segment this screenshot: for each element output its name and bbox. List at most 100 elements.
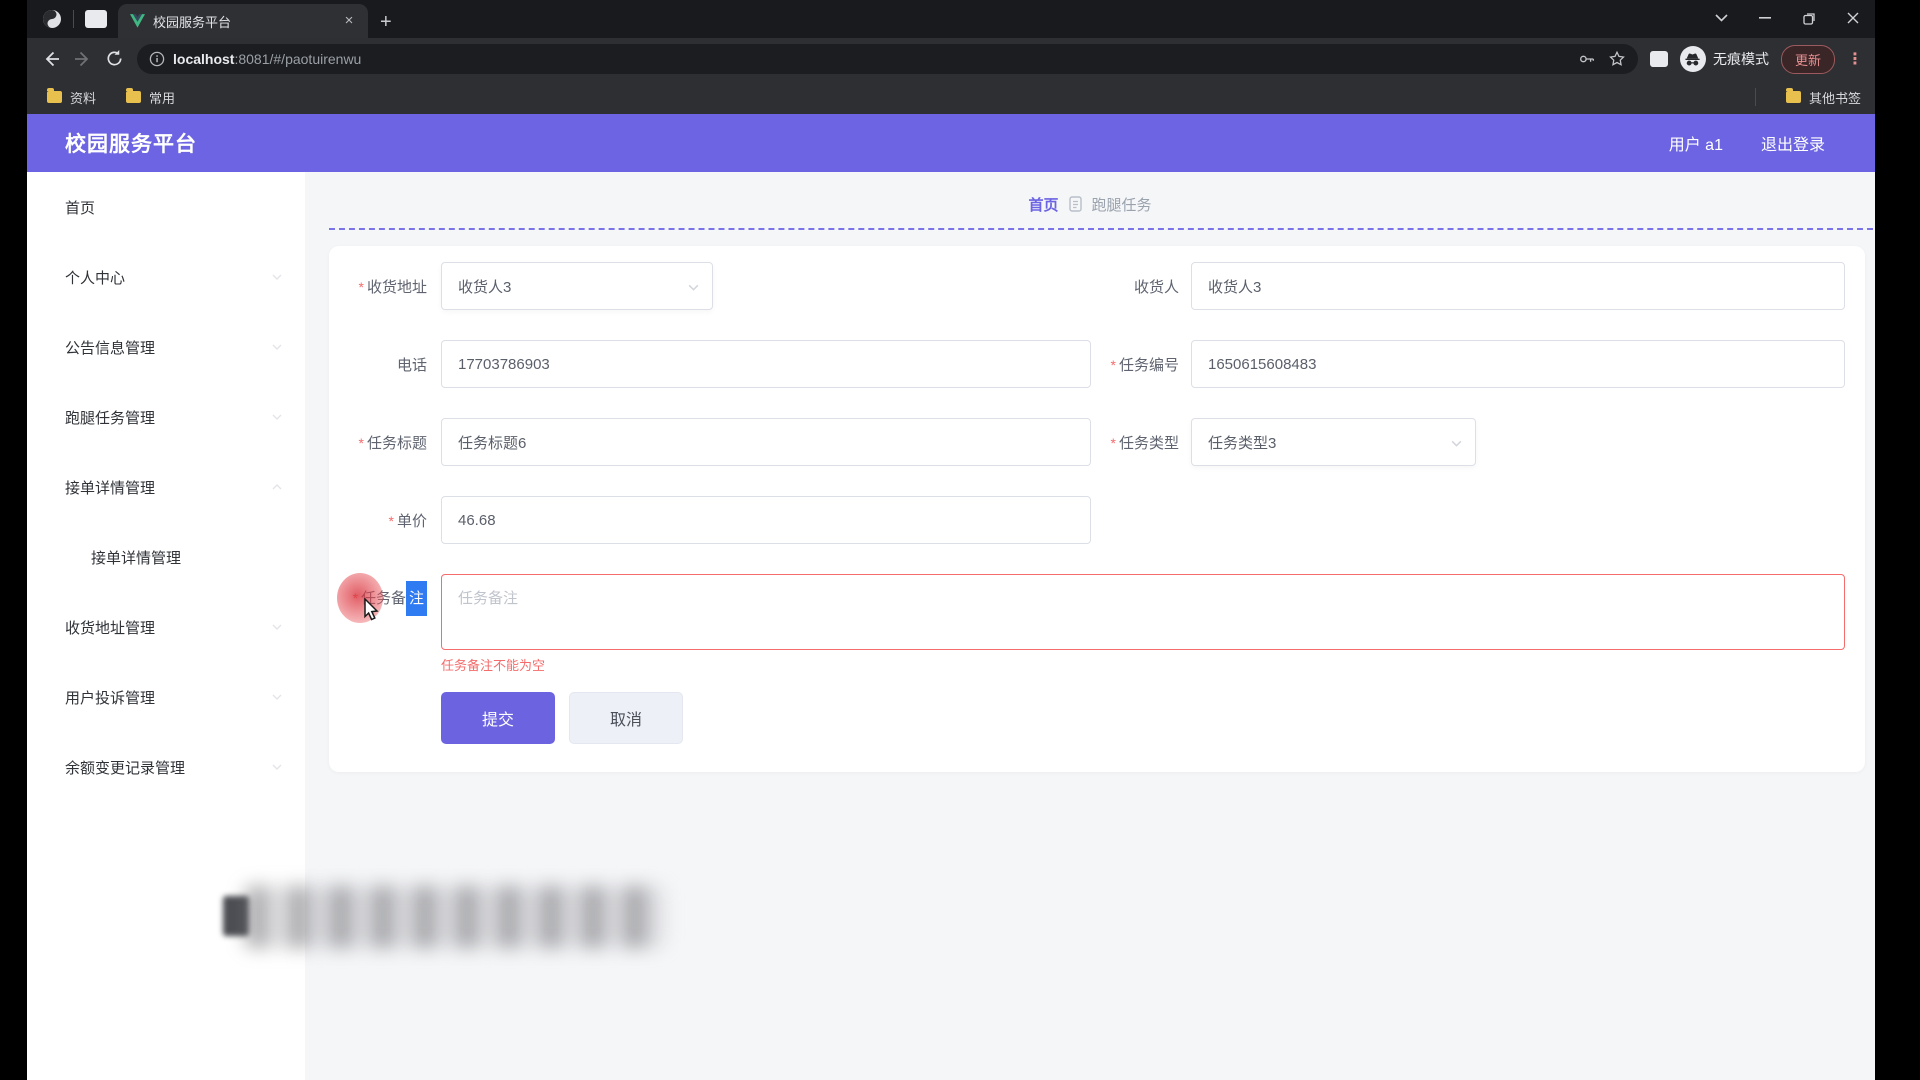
task-type-label: *任务类型	[1091, 432, 1191, 453]
sidebar-item-order-detail-mgmt[interactable]: 接单详情管理	[27, 452, 305, 522]
chevron-down-icon	[271, 411, 283, 423]
required-mark: *	[359, 279, 364, 295]
chevron-down-icon	[271, 761, 283, 773]
remark-textarea[interactable]	[441, 574, 1845, 650]
active-tab[interactable]: 校园服务平台 ×	[118, 4, 368, 38]
task-title-input[interactable]	[441, 418, 1091, 466]
bookmarks-bar: 资料 常用 其他书签	[27, 80, 1875, 114]
task-type-select-value: 任务类型3	[1208, 432, 1276, 453]
breadcrumb: 首页 跑腿任务	[305, 192, 1875, 216]
sidebar-item-label: 个人中心	[65, 267, 271, 288]
phone-input[interactable]	[441, 340, 1091, 388]
sidebar-item-label: 首页	[65, 197, 283, 218]
sidebar-item-shipping-address-mgmt[interactable]: 收货地址管理	[27, 592, 305, 662]
dashed-divider	[329, 228, 1873, 230]
browser-menu-icon[interactable]: ⋮	[1847, 49, 1863, 69]
address-bar[interactable]: localhost:8081/#/paotuirenwu	[137, 44, 1638, 74]
mouse-cursor	[361, 598, 383, 624]
address-select[interactable]: 收货人3	[441, 262, 713, 310]
sidebar-item-label: 跑腿任务管理	[65, 407, 271, 428]
bookmark-folder[interactable]: 常用	[126, 88, 175, 107]
update-button[interactable]: 更新	[1781, 45, 1835, 74]
sidebar: 首页 个人中心 公告信息管理 跑腿任务管理 接单详情管理	[27, 172, 305, 1080]
forward-icon[interactable]	[73, 49, 93, 69]
side-panel-icon[interactable]	[1650, 51, 1668, 67]
sidebar-item-home[interactable]: 首页	[27, 172, 305, 242]
phone-label: 电话	[329, 354, 441, 375]
chevron-down-icon	[271, 621, 283, 633]
bookmark-folder[interactable]: 资料	[47, 88, 96, 107]
sidebar-subitem-order-detail-mgmt[interactable]: 接单详情管理	[27, 522, 305, 592]
document-icon	[1069, 196, 1082, 212]
app-title: 校园服务平台	[65, 128, 197, 158]
globe-icon[interactable]	[41, 8, 63, 30]
required-mark: *	[359, 435, 364, 451]
info-icon[interactable]	[149, 51, 165, 67]
sidebar-item-announcement-mgmt[interactable]: 公告信息管理	[27, 312, 305, 382]
task-no-label: *任务编号	[1091, 354, 1191, 375]
bookmarks-divider	[1755, 88, 1756, 106]
task-type-select[interactable]: 任务类型3	[1191, 418, 1476, 466]
sidebar-item-personal-center[interactable]: 个人中心	[27, 242, 305, 312]
sidebar-item-label: 接单详情管理	[91, 547, 283, 568]
back-icon[interactable]	[41, 49, 61, 69]
breadcrumb-home[interactable]: 首页	[1028, 194, 1058, 215]
new-tab-button[interactable]: +	[380, 12, 392, 32]
chevron-down-icon	[271, 271, 283, 283]
sidebar-item-label: 用户投诉管理	[65, 687, 271, 708]
star-icon[interactable]	[1608, 50, 1626, 68]
reload-icon[interactable]	[105, 49, 125, 69]
incognito-badge: 无痕模式	[1680, 46, 1769, 72]
task-title-label: *任务标题	[329, 432, 441, 453]
pinned-tab-divider	[73, 10, 74, 28]
screen: 校园服务平台 × +	[0, 0, 1920, 1080]
logout-button[interactable]: 退出登录	[1761, 131, 1825, 155]
cancel-button[interactable]: 取消	[569, 692, 683, 744]
required-mark: *	[1111, 357, 1116, 373]
other-bookmarks[interactable]: 其他书签	[1786, 88, 1861, 107]
submit-button[interactable]: 提交	[441, 692, 555, 744]
folder-icon	[47, 91, 62, 103]
browser-window: 校园服务平台 × +	[27, 0, 1875, 1080]
task-form-card: *收货地址 收货人3 收货人 电话	[329, 246, 1865, 772]
tab-strip: 校园服务平台 × +	[27, 0, 1875, 38]
restore-icon[interactable]	[1787, 0, 1831, 36]
key-icon[interactable]	[1578, 50, 1596, 68]
folder-icon	[1786, 91, 1801, 103]
sidebar-item-label: 余额变更记录管理	[65, 757, 271, 778]
tab-close-icon[interactable]: ×	[340, 12, 358, 30]
receiver-label: 收货人	[1091, 276, 1191, 297]
sidebar-item-label: 接单详情管理	[65, 477, 271, 498]
chevron-down-icon	[1450, 437, 1463, 450]
url-host: localhost	[173, 51, 234, 67]
chevron-up-icon	[271, 481, 283, 493]
header-user[interactable]: 用户 a1	[1669, 131, 1723, 155]
url-path: :8081/#/paotuirenwu	[234, 51, 361, 67]
close-icon[interactable]	[1831, 0, 1875, 36]
incognito-label: 无痕模式	[1713, 49, 1769, 69]
unit-price-input[interactable]	[441, 496, 1091, 544]
vue-logo-icon	[130, 14, 145, 28]
chevron-down-icon	[271, 341, 283, 353]
receiver-input[interactable]	[1191, 262, 1845, 310]
main-content: 首页 跑腿任务 *收货地址 收货人3	[305, 172, 1875, 1080]
address-label: *收货地址	[329, 276, 441, 297]
browser-toolbar: localhost:8081/#/paotuirenwu 无痕模式 更新	[27, 38, 1875, 80]
chevron-down-icon	[271, 691, 283, 703]
bookmark-label: 资料	[70, 88, 96, 107]
url-text: localhost:8081/#/paotuirenwu	[173, 51, 361, 67]
breadcrumb-current: 跑腿任务	[1092, 194, 1152, 215]
blank-favicon-icon[interactable]	[84, 9, 108, 29]
sidebar-item-label: 公告信息管理	[65, 337, 271, 358]
tab-search-chevron-icon[interactable]	[1699, 0, 1743, 36]
sidebar-item-label: 收货地址管理	[65, 617, 271, 638]
other-bookmarks-label: 其他书签	[1809, 88, 1861, 107]
sidebar-item-balance-change-mgmt[interactable]: 余额变更记录管理	[27, 732, 305, 802]
sidebar-item-errand-task-mgmt[interactable]: 跑腿任务管理	[27, 382, 305, 452]
tab-title: 校园服务平台	[153, 12, 332, 31]
minimize-icon[interactable]	[1743, 0, 1787, 36]
task-no-input[interactable]	[1191, 340, 1845, 388]
sidebar-item-user-complaint-mgmt[interactable]: 用户投诉管理	[27, 662, 305, 732]
required-mark: *	[389, 513, 394, 529]
folder-icon	[126, 91, 141, 103]
